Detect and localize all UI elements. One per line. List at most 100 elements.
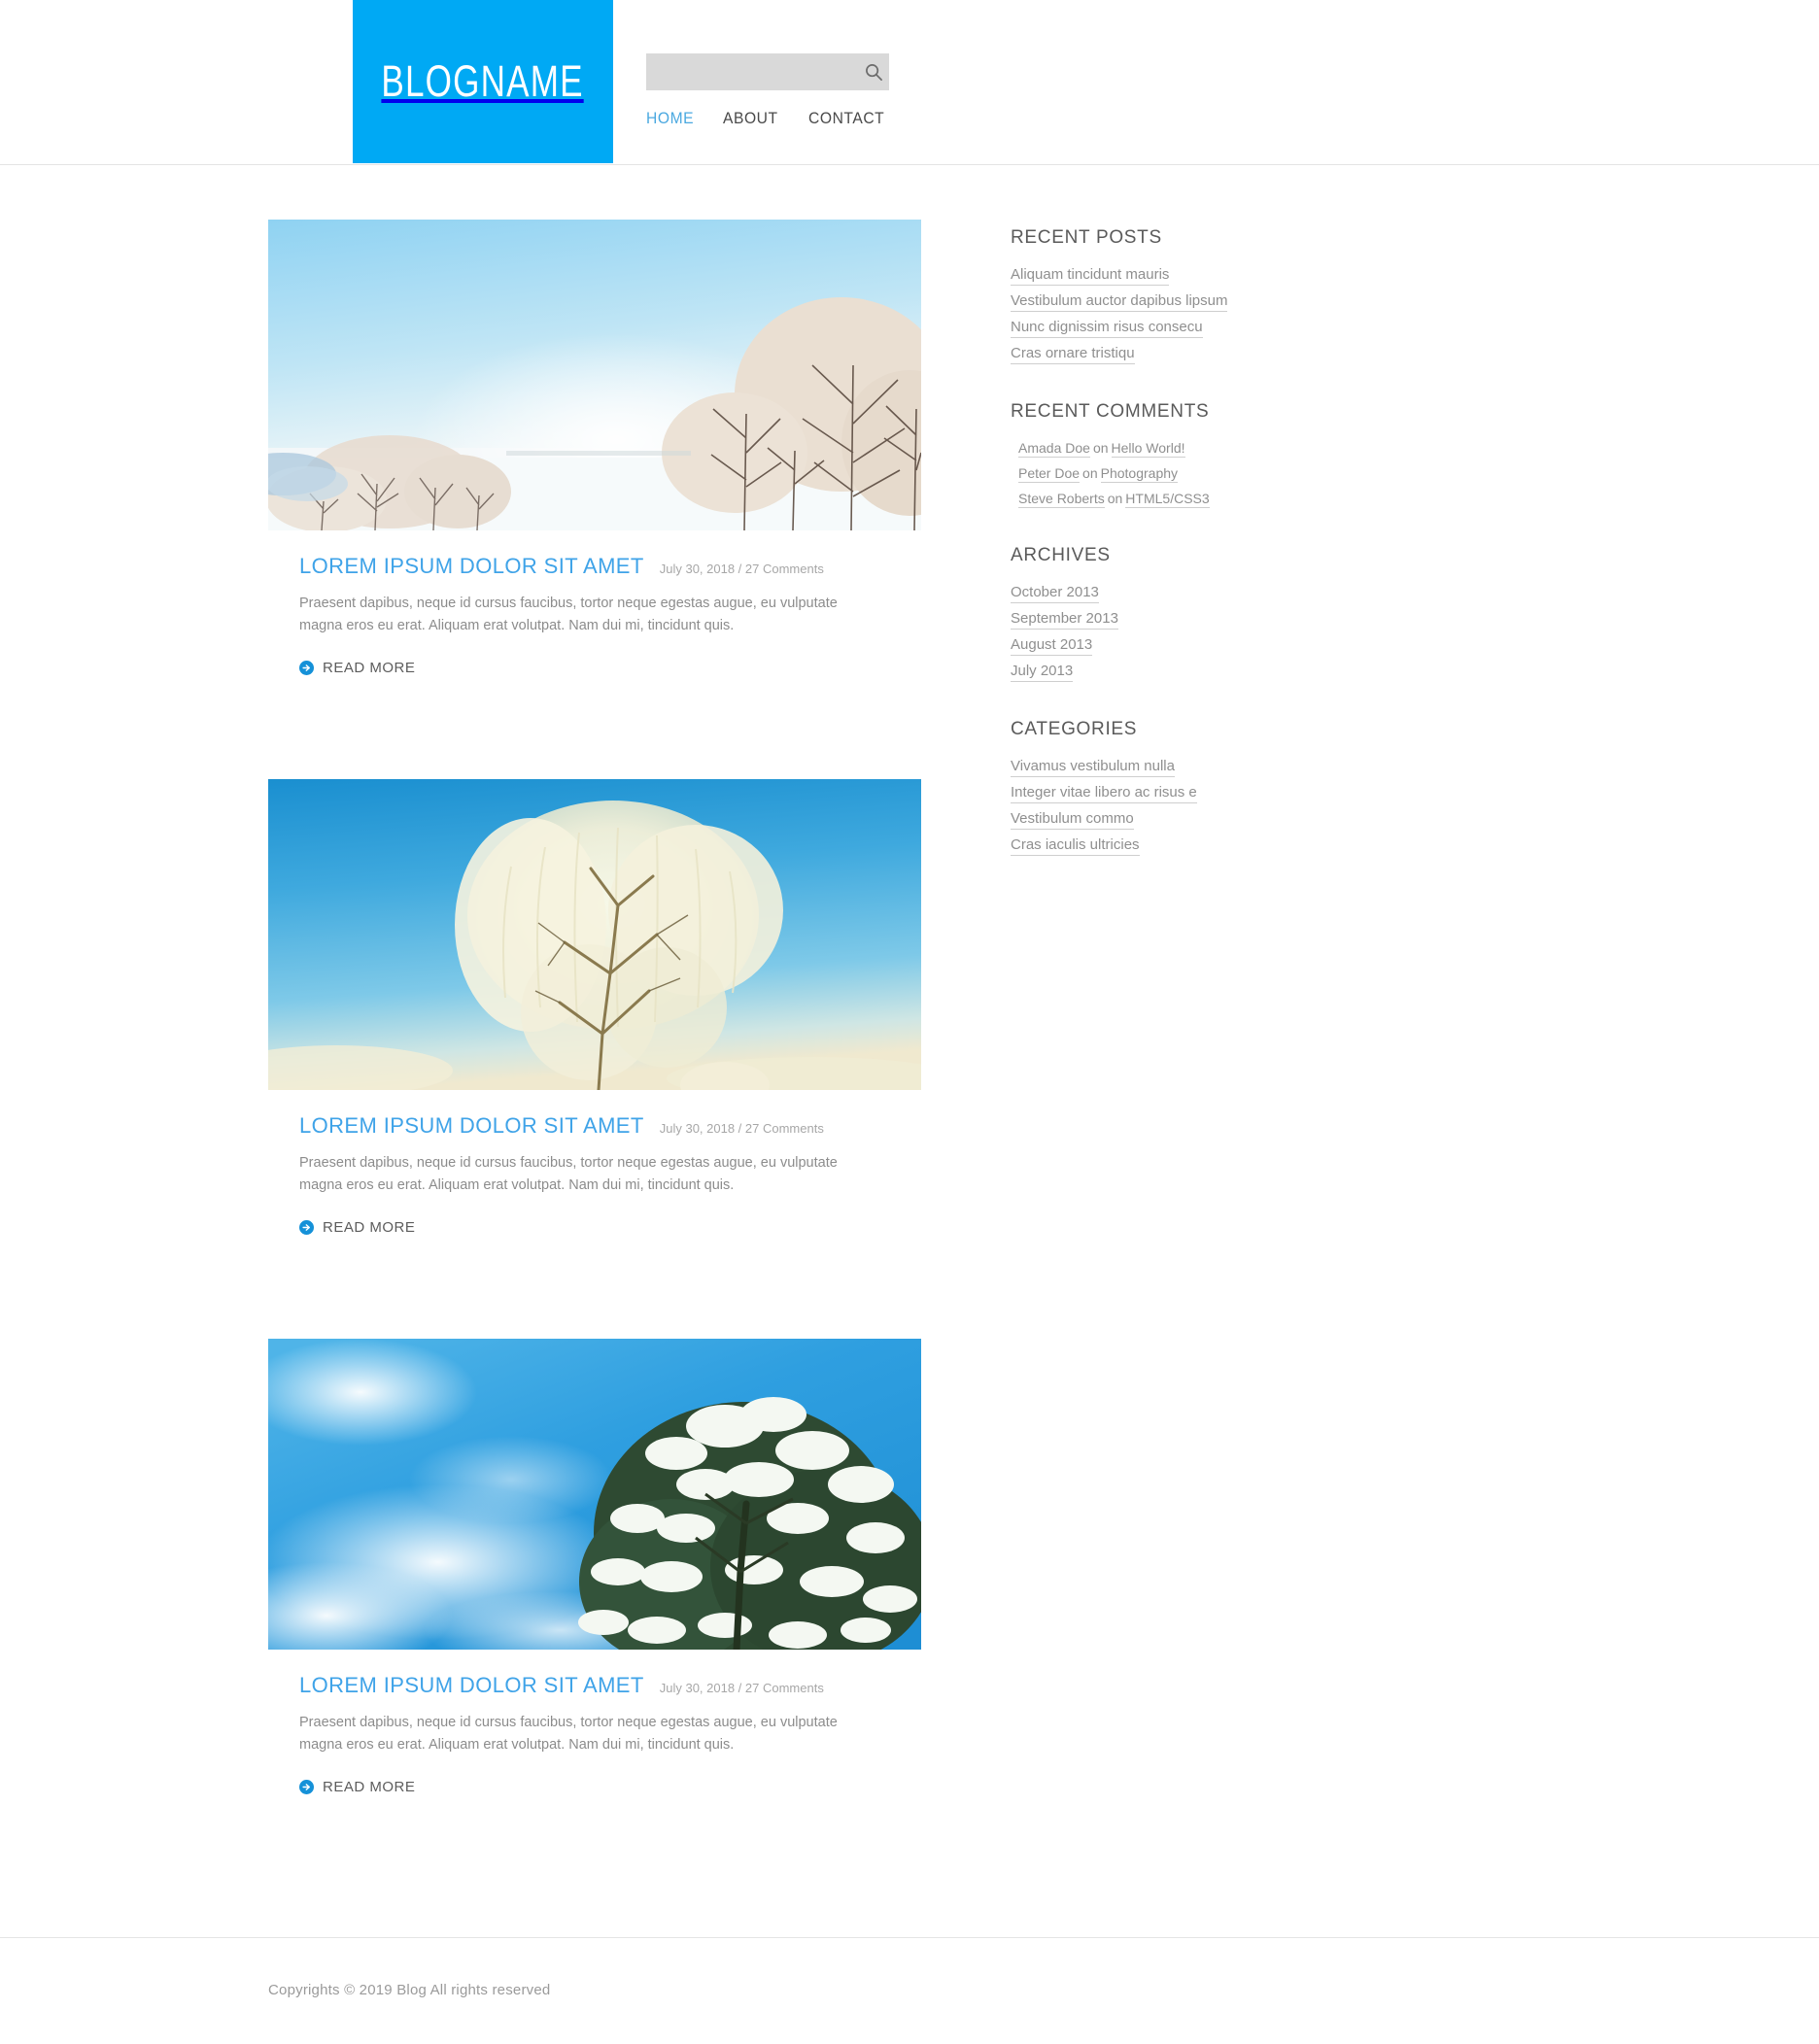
- post-meta: July 30, 2018 / 27 Comments: [659, 1120, 824, 1136]
- widget-title-categories: CATEGORIES: [1011, 719, 1138, 739]
- post-excerpt: Praesent dapibus, neque id cursus faucib…: [299, 596, 838, 634]
- list-item: Vestibulum auctor dapibus lipsum: [1011, 292, 1302, 312]
- blog-post: LOREM IPSUM DOLOR SIT AMET July 30, 2018…: [268, 778, 921, 1300]
- search-icon: [865, 63, 883, 82]
- comment-on-word: on: [1082, 465, 1098, 481]
- nav-item-home[interactable]: HOME: [646, 109, 694, 128]
- comment-post-link[interactable]: Photography: [1100, 465, 1179, 483]
- nav-item-about[interactable]: ABOUT: [723, 109, 778, 128]
- recent-post-link[interactable]: Aliquam tincidunt mauris: [1011, 266, 1170, 286]
- search-bar[interactable]: [646, 53, 889, 90]
- list-item: July 2013: [1011, 663, 1302, 682]
- widget-archives: ARCHIVES October 2013 September 2013 Aug…: [1011, 545, 1302, 682]
- post-thumbnail-2[interactable]: [268, 778, 921, 1090]
- comment-author-link[interactable]: Amada Doe: [1018, 440, 1090, 458]
- post-meta: July 30, 2018 / 27 Comments: [659, 1680, 824, 1695]
- post-body: LOREM IPSUM DOLOR SIT AMET July 30, 2018…: [268, 530, 921, 740]
- site-logo-text: BLOGNAME: [381, 56, 585, 106]
- category-link[interactable]: Integer vitae libero ac risus e: [1011, 784, 1197, 803]
- post-excerpt: Praesent dapibus, neque id cursus faucib…: [299, 1154, 838, 1194]
- category-link[interactable]: Vivamus vestibulum nulla: [1011, 758, 1175, 777]
- comment-on-word: on: [1107, 491, 1123, 506]
- post-thumbnail-3[interactable]: [268, 1338, 921, 1650]
- comment-author-link[interactable]: Peter Doe: [1018, 465, 1081, 483]
- list-item: Nunc dignissim risus consecu: [1011, 319, 1302, 338]
- post-headline: LOREM IPSUM DOLOR SIT AMET July 30, 2018…: [299, 1113, 890, 1139]
- blog-post: LOREM IPSUM DOLOR SIT AMET July 30, 2018…: [268, 1338, 921, 1859]
- footer-inner: Copyrights © 2019 Blog All rights reserv…: [268, 1982, 1551, 1999]
- frosted-willow-image: [268, 778, 921, 1090]
- read-more-label: READ MORE: [323, 1778, 416, 1795]
- post-separator: [299, 1261, 952, 1300]
- category-link[interactable]: Cras iaculis ultricies: [1011, 836, 1140, 856]
- sidebar: RECENT POSTS Aliquam tincidunt mauris Ve…: [1011, 220, 1302, 893]
- site-footer: Copyrights © 2019 Blog All rights reserv…: [0, 1936, 1819, 2044]
- archive-link[interactable]: October 2013: [1011, 584, 1099, 603]
- content-container: LOREM IPSUM DOLOR SIT AMET July 30, 2018…: [268, 165, 1551, 1937]
- list-item: Cras iaculis ultricies: [1011, 836, 1302, 856]
- posts-column: LOREM IPSUM DOLOR SIT AMET July 30, 2018…: [268, 220, 921, 1898]
- read-more-link[interactable]: READ MORE: [299, 660, 415, 676]
- read-more-link[interactable]: READ MORE: [299, 1779, 415, 1795]
- recent-post-link[interactable]: Nunc dignissim risus consecu: [1011, 319, 1203, 338]
- categories-list: Vivamus vestibulum nulla Integer vitae l…: [1011, 758, 1302, 856]
- post-body: LOREM IPSUM DOLOR SIT AMET July 30, 2018…: [268, 1090, 921, 1300]
- list-item: Vestibulum commo: [1011, 810, 1302, 830]
- page-wrapper: LOREM IPSUM DOLOR SIT AMET July 30, 2018…: [0, 165, 1819, 1937]
- list-item: August 2013: [1011, 636, 1302, 656]
- comment-post-link[interactable]: Hello World!: [1111, 440, 1185, 458]
- snowy-tree-image: [268, 1338, 921, 1650]
- list-item: Amada Doe on Hello World!: [1011, 440, 1302, 458]
- comment-on-word: on: [1092, 440, 1109, 456]
- post-headline: LOREM IPSUM DOLOR SIT AMET July 30, 2018…: [299, 554, 890, 579]
- post-separator: [299, 1821, 952, 1859]
- list-item: Cras ornare tristiqu: [1011, 345, 1302, 364]
- comment-post-link[interactable]: HTML5/CSS3: [1125, 491, 1210, 508]
- site-logo[interactable]: BLOGNAME: [353, 0, 613, 163]
- list-item: Peter Doe on Photography: [1011, 465, 1302, 483]
- list-item: Aliquam tincidunt mauris: [1011, 266, 1302, 286]
- post-title[interactable]: LOREM IPSUM DOLOR SIT AMET: [299, 1113, 644, 1139]
- site-header: BLOGNAME HOME ABOUT CONTACT: [0, 0, 1819, 165]
- post-meta: July 30, 2018 / 27 Comments: [659, 562, 824, 576]
- read-more-label: READ MORE: [323, 659, 416, 676]
- nav-item-contact[interactable]: CONTACT: [808, 109, 884, 128]
- archive-link[interactable]: July 2013: [1011, 663, 1074, 682]
- widget-title-recent-comments: RECENT COMMENTS: [1011, 401, 1210, 422]
- archive-link[interactable]: September 2013: [1011, 610, 1118, 630]
- main-navigation[interactable]: HOME ABOUT CONTACT: [646, 109, 891, 128]
- list-item: October 2013: [1011, 584, 1302, 603]
- recent-post-link[interactable]: Cras ornare tristiqu: [1011, 345, 1135, 364]
- widget-recent-posts: RECENT POSTS Aliquam tincidunt mauris Ve…: [1011, 227, 1302, 364]
- list-item: Vivamus vestibulum nulla: [1011, 758, 1302, 777]
- post-thumbnail-1[interactable]: [268, 220, 921, 530]
- list-item: Steve Roberts on HTML5/CSS3: [1011, 491, 1302, 508]
- widget-recent-comments: RECENT COMMENTS Amada Doe on Hello World! …: [1011, 401, 1302, 508]
- arrow-circle-right-icon: [299, 660, 314, 675]
- post-separator: [299, 701, 952, 740]
- arrow-circle-right-icon: [299, 1219, 314, 1235]
- post-title[interactable]: LOREM IPSUM DOLOR SIT AMET: [299, 554, 644, 579]
- widget-title-archives: ARCHIVES: [1011, 545, 1111, 565]
- widget-categories: CATEGORIES Vivamus vestibulum nulla Inte…: [1011, 719, 1302, 856]
- search-input[interactable]: [646, 53, 859, 90]
- archive-link[interactable]: August 2013: [1011, 636, 1093, 656]
- post-excerpt: Praesent dapibus, neque id cursus faucib…: [299, 1714, 838, 1754]
- blog-post: LOREM IPSUM DOLOR SIT AMET July 30, 2018…: [268, 220, 921, 740]
- recent-comments-list: Amada Doe on Hello World! Peter Doe on Photo…: [1011, 440, 1302, 508]
- archives-list: October 2013 September 2013 August 2013 …: [1011, 584, 1302, 682]
- post-body: LOREM IPSUM DOLOR SIT AMET July 30, 2018…: [268, 1650, 921, 1859]
- recent-post-link[interactable]: Vestibulum auctor dapibus lipsum: [1011, 292, 1228, 312]
- post-headline: LOREM IPSUM DOLOR SIT AMET July 30, 2018…: [299, 1673, 890, 1698]
- post-title[interactable]: LOREM IPSUM DOLOR SIT AMET: [299, 1673, 644, 1698]
- read-more-link[interactable]: READ MORE: [299, 1219, 415, 1236]
- category-link[interactable]: Vestibulum commo: [1011, 810, 1134, 830]
- search-button[interactable]: [859, 53, 889, 90]
- widget-title-recent-posts: RECENT POSTS: [1011, 227, 1162, 248]
- read-more-label: READ MORE: [323, 1218, 416, 1236]
- copyright-text: Copyrights © 2019 Blog All rights reserv…: [268, 1982, 551, 1999]
- comment-author-link[interactable]: Steve Roberts: [1018, 491, 1105, 508]
- list-item: September 2013: [1011, 610, 1302, 630]
- arrow-circle-right-icon: [299, 1779, 314, 1794]
- recent-posts-list: Aliquam tincidunt mauris Vestibulum auct…: [1011, 266, 1302, 364]
